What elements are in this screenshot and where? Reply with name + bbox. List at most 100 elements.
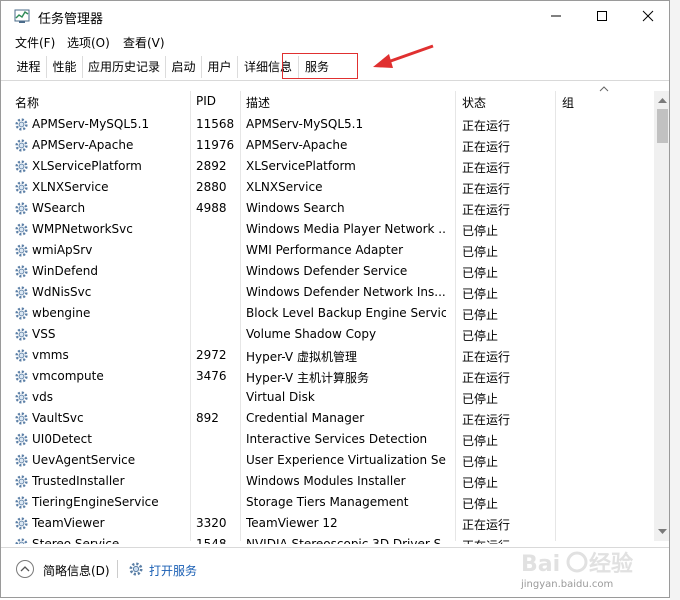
tab-users[interactable]: 用户 (202, 56, 238, 78)
table-row[interactable]: UevAgentService User Experience Virtualiz… (1, 450, 651, 471)
service-description: Hyper-V 主机计算服务 (246, 371, 369, 385)
gear-icon (15, 223, 28, 236)
table-row[interactable]: VaultSvc 892 Credential Manager 正在运行 (1, 408, 651, 429)
table-row[interactable]: UI0Detect Interactive Services Detection 已… (1, 429, 651, 450)
task-manager-window: 任务管理器 文件(F) 选项(O) 查看(V) 进程 性能 应用历史记录 启动 … (0, 0, 670, 598)
table-row[interactable]: XLNXService 2880 XLNXService 正在运行 (1, 177, 651, 198)
menu-options[interactable]: 选项(O) (67, 34, 110, 51)
fewer-details-link[interactable]: 简略信息(D) (43, 562, 110, 579)
service-status: 正在运行 (462, 203, 511, 217)
menu-view[interactable]: 查看(V) (123, 34, 165, 51)
tab-performance[interactable]: 性能 (47, 56, 83, 78)
service-status: 正在运行 (462, 413, 511, 427)
table-row[interactable]: vmms 2972 Hyper-V 虚拟机管理 正在运行 (1, 345, 651, 366)
open-services-link[interactable]: 打开服务 (149, 562, 197, 579)
tab-startup[interactable]: 启动 (166, 56, 202, 78)
gear-icon (15, 454, 28, 467)
column-name[interactable]: 名称 (15, 94, 39, 111)
table-row[interactable]: WSearch 4988 Windows Search 正在运行 (1, 198, 651, 219)
table-row[interactable]: TeamViewer 3320 TeamViewer 12 正在运行 (1, 513, 651, 534)
service-status: 正在运行 (462, 537, 552, 544)
title-bar[interactable]: 任务管理器 (1, 1, 669, 31)
gear-icon (129, 562, 143, 576)
service-status: 已停止 (462, 245, 499, 259)
service-status: 正在运行 (462, 119, 511, 133)
vertical-scrollbar[interactable] (654, 91, 669, 541)
service-name: WinDefend (32, 264, 98, 278)
watermark-url: jingyan.baidu.com (521, 579, 614, 590)
column-description[interactable]: 描述 (246, 94, 270, 111)
service-pid: 2892 (196, 159, 227, 173)
tab-app-history[interactable]: 应用历史记录 (83, 56, 166, 78)
service-status: 已停止 (462, 266, 499, 280)
table-row[interactable]: wmiApSrv WMI Performance Adapter 已停止 (1, 240, 651, 261)
minimize-button[interactable] (533, 1, 579, 31)
gear-icon (15, 139, 28, 152)
service-name: WSearch (32, 201, 86, 215)
service-description: Windows Modules Installer (246, 474, 406, 488)
gear-icon (15, 328, 28, 341)
table-row[interactable]: APMServ-Apache 11976 APMServ-Apache 正在运行 (1, 135, 651, 156)
task-manager-icon (14, 9, 30, 23)
service-status: 已停止 (462, 329, 499, 343)
service-status: 正在运行 (462, 350, 511, 364)
menu-file[interactable]: 文件(F) (15, 34, 55, 51)
maximize-button[interactable] (579, 1, 625, 31)
gear-icon (15, 517, 28, 530)
service-name: VaultSvc (32, 411, 84, 425)
table-row[interactable]: VSS Volume Shadow Copy 已停止 (1, 324, 651, 345)
service-description: Hyper-V 虚拟机管理 (246, 350, 357, 364)
service-description: WMI Performance Adapter (246, 243, 404, 257)
gear-icon (15, 202, 28, 215)
service-description: XLNXService (246, 180, 323, 194)
column-group[interactable]: 组 (562, 94, 574, 111)
table-row[interactable]: TieringEngineService Storage Tiers Manage… (1, 492, 651, 513)
table-row[interactable]: TrustedInstaller Windows Modules Installe… (1, 471, 651, 492)
tab-processes[interactable]: 进程 (11, 56, 47, 78)
service-name: vmms (32, 348, 69, 362)
service-status: 已停止 (462, 308, 499, 322)
service-description: Windows Search (246, 201, 345, 215)
close-button[interactable] (625, 1, 669, 31)
service-description: Virtual Disk (246, 390, 315, 404)
tab-services[interactable]: 服务 (299, 56, 335, 78)
service-status: 已停止 (462, 434, 499, 448)
service-name: UevAgentService (32, 453, 136, 467)
table-row[interactable]: vds Virtual Disk 已停止 (1, 387, 651, 408)
scrollbar-thumb[interactable] (657, 109, 668, 143)
menu-bar: 文件(F) 选项(O) 查看(V) (1, 31, 669, 53)
service-status: 正在运行 (462, 161, 511, 175)
gear-icon (15, 475, 28, 488)
table-row[interactable]: WdNisSvc Windows Defender Network Ins... 已… (1, 282, 651, 303)
service-status: 已停止 (462, 455, 499, 469)
window-title: 任务管理器 (38, 12, 104, 27)
collapse-details-icon[interactable] (15, 559, 35, 579)
service-name: XLNXService (32, 180, 109, 194)
tab-details[interactable]: 详细信息 (238, 56, 299, 78)
footer-divider (117, 560, 118, 578)
gear-icon (15, 118, 28, 131)
scroll-down-icon[interactable] (657, 528, 668, 536)
service-description: APMServ-Apache (246, 138, 348, 152)
table-row[interactable]: Stereo Service 1548 NVIDIA Stereoscopic 3D… (1, 534, 651, 544)
service-pid: 11568 (196, 117, 235, 131)
service-status: 已停止 (462, 476, 499, 490)
annotation-arrow (373, 44, 434, 68)
table-row[interactable]: WinDefend Windows Defender Service 已停止 (1, 261, 651, 282)
service-description: APMServ-MySQL5.1 (246, 117, 364, 131)
column-pid[interactable]: PID (196, 94, 216, 108)
column-status[interactable]: 状态 (462, 94, 486, 111)
table-header: 名称 PID 描述 状态 组 (1, 91, 651, 113)
table-row[interactable]: vmcompute 3476 Hyper-V 主机计算服务 正在运行 (1, 366, 651, 387)
table-row[interactable]: wbengine Block Level Backup Engine Servic… (1, 303, 651, 324)
service-description: Windows Defender Service (246, 264, 408, 278)
service-status: 已停止 (462, 224, 499, 238)
table-row[interactable]: XLServicePlatform 2892 XLServicePlatform 正在… (1, 156, 651, 177)
table-row[interactable]: APMServ-MySQL5.1 11568 APMServ-MySQL5.1 正在运… (1, 114, 651, 135)
service-description: Interactive Services Detection (246, 432, 428, 446)
scroll-up-icon[interactable] (657, 96, 668, 104)
svg-text:经验: 经验 (589, 551, 633, 577)
table-row[interactable]: WMPNetworkSvc Windows Media Player Networ… (1, 219, 651, 240)
service-status: 已停止 (462, 392, 499, 406)
service-name: TeamViewer (32, 516, 105, 530)
